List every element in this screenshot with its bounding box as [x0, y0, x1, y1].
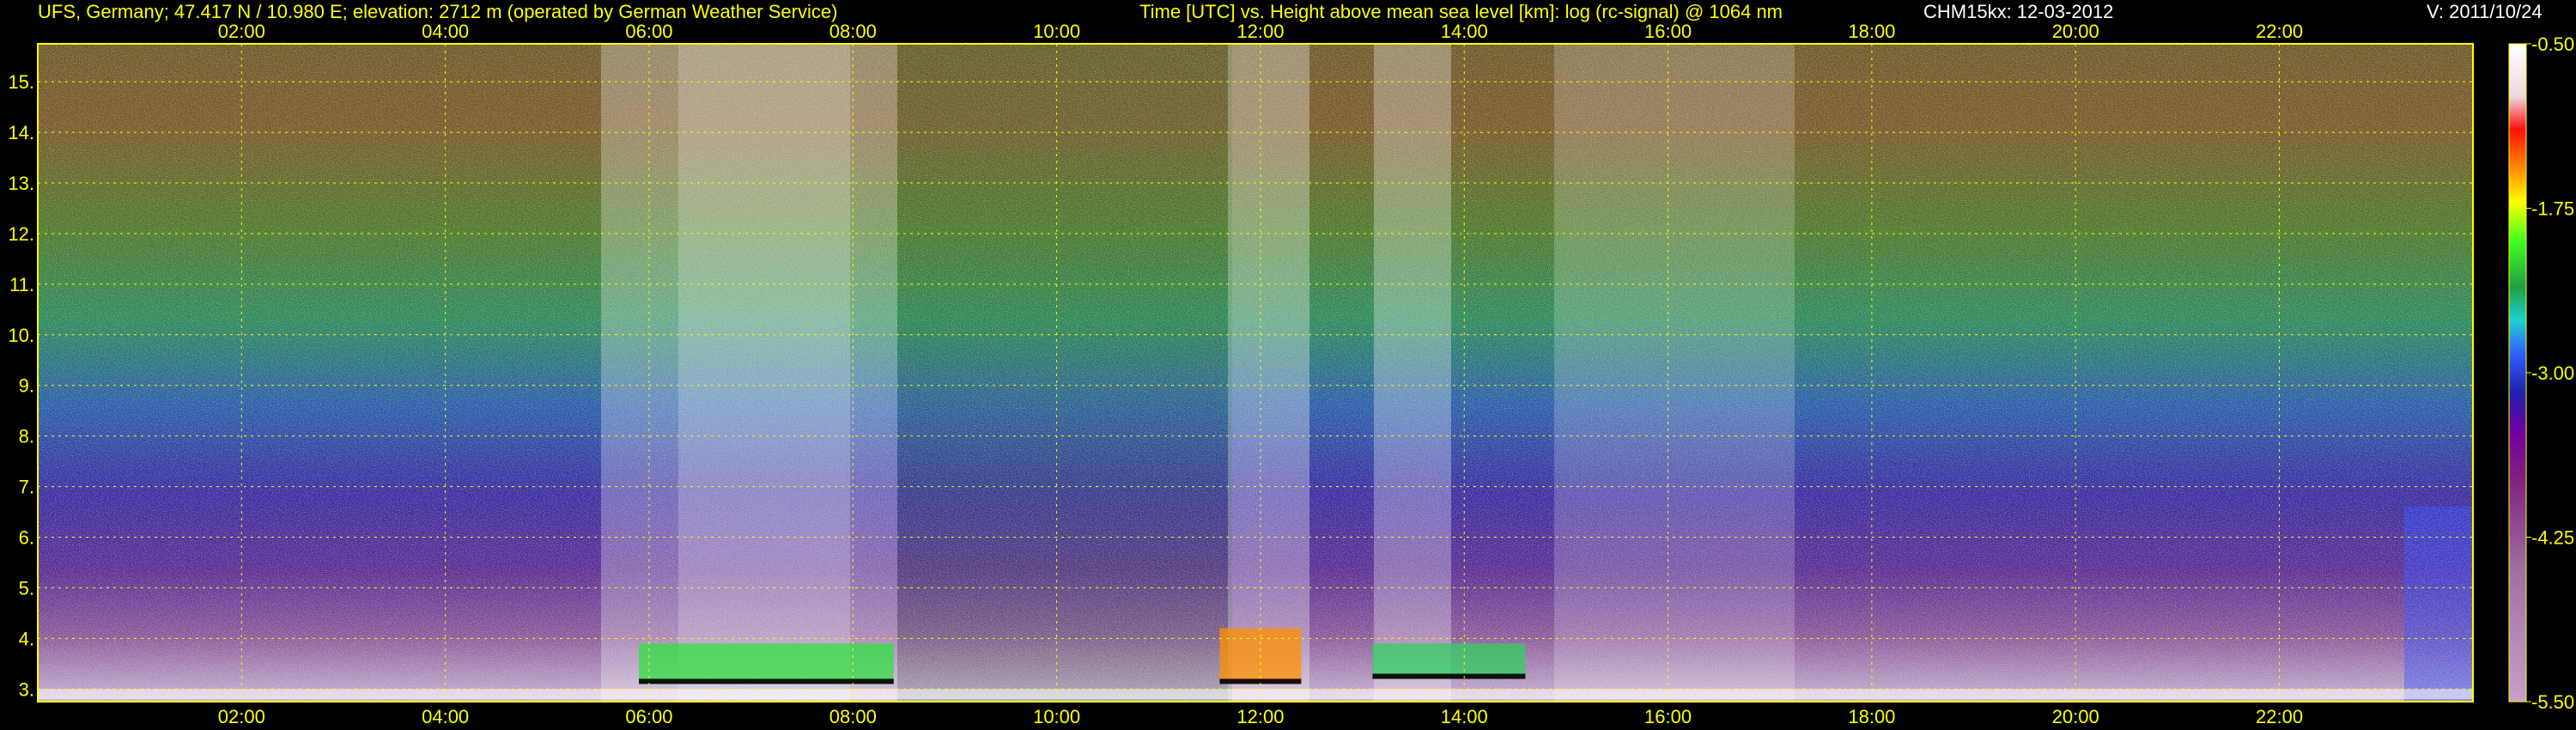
- x-tick-label: 18:00: [1848, 706, 1895, 727]
- x-tick-label-top: 04:00: [422, 21, 469, 42]
- colorbar-ticks: -0.50 -1.75 -3.00 -4.25 -5.50: [2526, 33, 2574, 713]
- colorbar-tick-label: -1.75: [2531, 198, 2574, 220]
- y-tick-label: 11.: [9, 274, 34, 295]
- x-tick-label-top: 22:00: [2256, 21, 2303, 42]
- y-tick-label: 12.: [8, 223, 34, 245]
- y-axis: 3. 4. 5. 6. 7. 8. 9. 10. 11. 12. 13. 14. 15.: [8, 71, 34, 700]
- colorbar: [2509, 44, 2526, 702]
- y-tick-label: 7.: [19, 477, 34, 498]
- y-tick-label: 4.: [19, 628, 34, 649]
- feature-layer: [38, 689, 2473, 700]
- x-axis-top: 02:00 04:00 06:00 08:00 10:00 12:00 14:00 16:00…: [218, 21, 2303, 42]
- x-tick-label: 10:00: [1033, 706, 1080, 727]
- x-tick-label-top: 18:00: [1848, 21, 1895, 42]
- chart-title: Time [UTC] vs. Height above mean sea lev…: [1139, 1, 1783, 22]
- instrument-label: CHM15kx: 12-03-2012: [1923, 1, 2113, 22]
- x-tick-label-top: 12:00: [1236, 21, 1284, 42]
- x-axis-bottom: 02:00 04:00 06:00 08:00 10:00 12:00 14:00 16:00…: [218, 706, 2303, 727]
- y-tick-label: 3.: [19, 678, 34, 700]
- y-tick-label: 8.: [19, 426, 34, 447]
- y-tick-label: 5.: [19, 577, 34, 599]
- x-tick-label-top: 20:00: [2052, 21, 2099, 42]
- feature-base: [639, 678, 894, 684]
- colorbar-tick-label: -5.50: [2531, 691, 2574, 713]
- x-tick-label: 04:00: [422, 706, 469, 727]
- plot-area: [38, 44, 2473, 702]
- feature-layer: [1372, 643, 1526, 679]
- y-tick-label: 9.: [19, 375, 34, 397]
- y-tick-label: 14.: [8, 122, 34, 143]
- x-tick-label-top: 10:00: [1033, 21, 1080, 42]
- y-tick-label: 15.: [8, 71, 34, 93]
- version-label: V: 2011/10/24: [2427, 1, 2543, 22]
- x-tick-label: 02:00: [218, 706, 265, 727]
- colorbar-tick-label: -0.50: [2531, 33, 2574, 55]
- site-label: UFS, Germany; 47.417 N / 10.980 E; eleva…: [38, 1, 837, 22]
- y-tick-label: 13.: [8, 173, 34, 194]
- colorbar-tick-label: -4.25: [2531, 527, 2574, 549]
- x-tick-label-top: 06:00: [625, 21, 672, 42]
- x-tick-label: 08:00: [829, 706, 877, 727]
- x-tick-label: 22:00: [2256, 706, 2303, 727]
- x-tick-label-top: 16:00: [1644, 21, 1692, 42]
- ceilometer-chart: UFS, Germany; 47.417 N / 10.980 E; eleva…: [8, 1, 2574, 727]
- x-tick-label: 06:00: [625, 706, 672, 727]
- x-tick-label: 14:00: [1441, 706, 1488, 727]
- colorbar-tick-label: -3.00: [2531, 362, 2574, 384]
- x-tick-label: 16:00: [1644, 706, 1692, 727]
- x-tick-label-top: 08:00: [829, 21, 877, 42]
- x-tick-label-top: 02:00: [218, 21, 265, 42]
- feature-base: [1372, 673, 1526, 679]
- y-tick-label: 10.: [8, 325, 34, 346]
- x-tick-label-top: 14:00: [1441, 21, 1488, 42]
- x-tick-label: 20:00: [2052, 706, 2099, 727]
- signal-noise: [38, 44, 2473, 702]
- feature-layer: [639, 643, 894, 684]
- y-tick-label: 6.: [19, 527, 34, 549]
- x-tick-label: 12:00: [1236, 706, 1284, 727]
